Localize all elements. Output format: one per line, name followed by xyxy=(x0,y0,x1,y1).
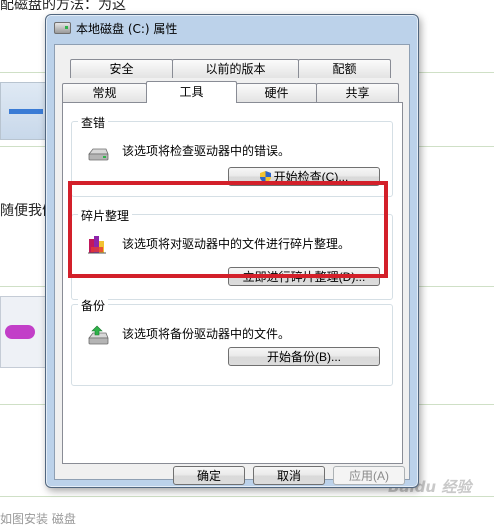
drive-icon xyxy=(54,22,71,34)
tab-tools[interactable]: 工具 xyxy=(146,81,237,103)
start-backup-button[interactable]: 开始备份(B)... xyxy=(228,347,380,366)
ok-button[interactable]: 确定 xyxy=(173,466,245,485)
background-screenshot-thumbnail xyxy=(0,296,46,368)
apply-button[interactable]: 应用(A) xyxy=(333,466,405,485)
cancel-label: 取消 xyxy=(276,469,301,483)
background-text-top: 配磁盘的方法：为这 xyxy=(0,0,126,13)
backup-icon xyxy=(88,325,109,345)
tools-tab-panel: 查错 该选项将检查驱动器中的错误。 开始检查(C)... 碎片整理 该选项将对驱… xyxy=(62,102,403,464)
tab-quota[interactable]: 配额 xyxy=(298,59,391,78)
start-backup-label: 开始备份(B)... xyxy=(267,350,341,364)
tab-hardware[interactable]: 硬件 xyxy=(236,83,317,102)
drive-icon xyxy=(88,148,109,161)
group-title: 查错 xyxy=(78,114,109,131)
background-screenshot-thumbnail xyxy=(0,82,46,140)
highlight-box xyxy=(68,181,388,278)
tab-previous-versions[interactable]: 以前的版本 xyxy=(172,59,299,78)
window-title: 本地磁盘 (C:) 属性 xyxy=(76,22,178,36)
ok-label: 确定 xyxy=(196,469,221,483)
group-description: 该选项将检查驱动器中的错误。 xyxy=(122,144,291,158)
cancel-button[interactable]: 取消 xyxy=(253,466,325,485)
group-description: 该选项将备份驱动器中的文件。 xyxy=(122,327,291,341)
backup-group: 备份 该选项将备份驱动器中的文件。 开始备份(B)... xyxy=(71,297,393,386)
apply-label: 应用(A) xyxy=(349,469,389,483)
tab-security[interactable]: 安全 xyxy=(70,59,173,78)
tab-general[interactable]: 常规 xyxy=(62,83,147,102)
group-title: 备份 xyxy=(78,297,109,314)
title-bar[interactable]: 本地磁盘 (C:) 属性 xyxy=(46,15,418,41)
tab-sharing[interactable]: 共享 xyxy=(316,83,399,102)
